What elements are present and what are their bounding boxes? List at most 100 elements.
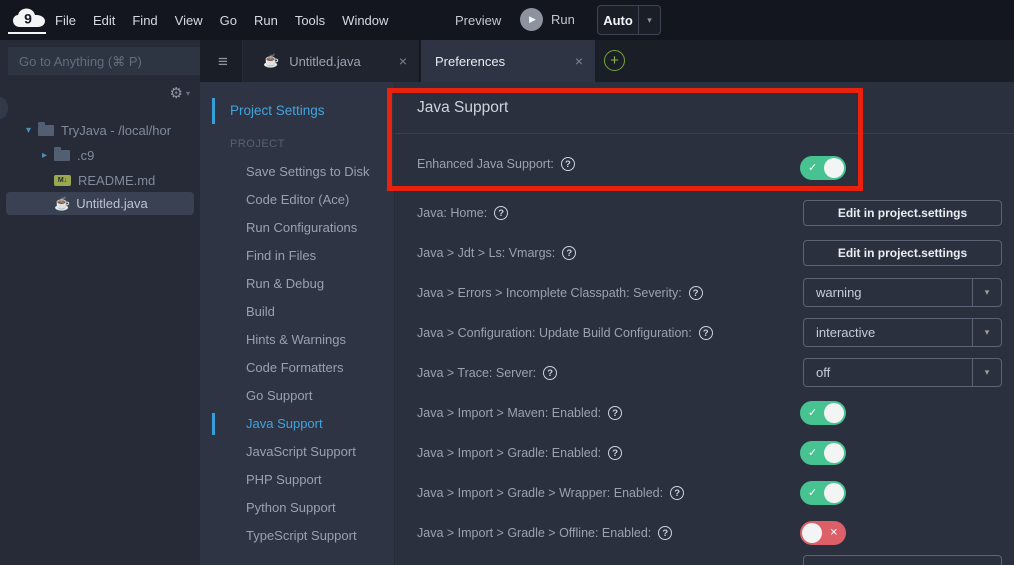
run-mode-dropdown[interactable]: Auto ▾ (597, 5, 661, 35)
goto-anything-input[interactable] (8, 47, 200, 75)
play-icon[interactable]: ▶ (520, 8, 543, 31)
settings-panel: Java Support Enhanced Java Support: ? ✓ … (395, 82, 1014, 565)
update-build-configuration-dropdown[interactable]: interactive ▾ (803, 318, 1002, 347)
sidebar-item-code-formatters[interactable]: Code Formatters (246, 354, 388, 382)
menu-run[interactable]: Run (254, 13, 278, 28)
toggle-knob (824, 403, 844, 423)
sidebar-item-project-settings[interactable]: Project Settings (230, 103, 325, 118)
help-icon[interactable]: ? (543, 366, 557, 380)
trace-server-dropdown[interactable]: off ▾ (803, 358, 1002, 387)
help-icon[interactable]: ? (608, 406, 622, 420)
setting-row-trace-server: Java > Trace: Server: ? off ▾ (395, 353, 1014, 393)
help-icon[interactable]: ? (494, 206, 508, 220)
setting-label: Java > Configuration: Update Build Confi… (417, 313, 713, 353)
menu-find[interactable]: Find (132, 13, 157, 28)
chevron-down-icon[interactable]: ▾ (972, 359, 1001, 386)
check-icon: ✓ (808, 161, 817, 174)
setting-label-text: Java > Trace: Server: (417, 366, 536, 380)
chevron-down-icon[interactable]: ▾ (26, 125, 38, 136)
menu-bar: 9 File Edit Find View Go Run Tools Windo… (0, 0, 1014, 40)
tree-item-readme[interactable]: M↓ README.md (0, 169, 200, 192)
severity-dropdown[interactable]: warning ▾ (803, 278, 1002, 307)
tab-preferences[interactable]: Preferences × (421, 40, 595, 82)
run-button[interactable]: ▶ Run (520, 8, 575, 31)
chevron-down-icon: ▾ (186, 89, 190, 98)
setting-label: Enhanced Java Support: ? (417, 144, 575, 184)
panel-collapse-handle[interactable] (0, 97, 8, 119)
edit-in-project-settings-button[interactable]: Edit in project.settings (803, 200, 1002, 226)
dropdown-value: warning (804, 279, 972, 306)
sidebar-item-php-support[interactable]: PHP Support (246, 466, 388, 494)
menu-go[interactable]: Go (220, 13, 237, 28)
setting-row-gradle-offline-enabled: Java > Import > Gradle > Offline: Enable… (395, 513, 1014, 553)
hamburger-menu-icon[interactable]: ≡ (218, 52, 228, 72)
help-icon[interactable]: ? (561, 157, 575, 171)
menu-tools[interactable]: Tools (295, 13, 325, 28)
chevron-down-icon[interactable]: ▾ (972, 319, 1001, 346)
tree-settings-group[interactable]: ⚙ ▾ (170, 84, 190, 102)
check-icon: ✓ (808, 446, 817, 459)
partially-visible-control[interactable] (803, 555, 1002, 565)
sidebar-item-save-settings[interactable]: Save Settings to Disk (246, 158, 388, 186)
edit-in-project-settings-button[interactable]: Edit in project.settings (803, 240, 1002, 266)
new-tab-button[interactable]: + (604, 50, 625, 71)
setting-label-text: Java > Configuration: Update Build Confi… (417, 326, 692, 340)
sidebar-item-javascript-support[interactable]: JavaScript Support (246, 438, 388, 466)
tree-item-tryjava[interactable]: ▾ TryJava - /local/hor (0, 119, 200, 142)
help-icon[interactable]: ? (670, 486, 684, 500)
setting-label-text: Enhanced Java Support: (417, 157, 554, 171)
cloud9-logo-icon[interactable]: 9 (12, 7, 46, 29)
toggle-import-gradle[interactable]: ✓ (800, 441, 846, 465)
chevron-down-icon[interactable]: ▾ (638, 6, 660, 34)
sidebar-item-java-support[interactable]: Java Support (246, 410, 388, 438)
menu-file[interactable]: File (55, 13, 76, 28)
sidebar-item-find-in-files[interactable]: Find in Files (246, 242, 388, 270)
logo-active-underline (8, 32, 46, 34)
sidebar-item-python-support[interactable]: Python Support (246, 494, 388, 522)
setting-label: Java > Trace: Server: ? (417, 353, 557, 393)
markdown-icon: M↓ (54, 175, 71, 186)
setting-row-gradle-wrapper-enabled: Java > Import > Gradle > Wrapper: Enable… (395, 473, 1014, 513)
sidebar-item-go-support[interactable]: Go Support (246, 382, 388, 410)
setting-label: Java > Import > Maven: Enabled: ? (417, 393, 622, 433)
svg-text:9: 9 (24, 11, 32, 27)
sidebar-item-typescript-support[interactable]: TypeScript Support (246, 522, 388, 550)
tree-item-c9[interactable]: ▸ .c9 (0, 144, 200, 167)
toggle-gradle-wrapper[interactable]: ✓ (800, 481, 846, 505)
help-icon[interactable]: ? (658, 526, 672, 540)
file-tree-panel: ⚙ ▾ ▾ TryJava - /local/hor ▸ .c9 M↓ READ… (0, 40, 200, 565)
chevron-down-icon[interactable]: ▾ (972, 279, 1001, 306)
chevron-right-icon[interactable]: ▸ (42, 150, 54, 161)
setting-label-text: Java > Import > Gradle: Enabled: (417, 446, 601, 460)
sidebar-item-code-editor[interactable]: Code Editor (Ace) (246, 186, 388, 214)
toggle-knob (824, 483, 844, 503)
tree-item-label: README.md (78, 173, 155, 188)
preview-button[interactable]: Preview (455, 13, 501, 28)
toggle-gradle-offline[interactable]: ✕ (800, 521, 846, 545)
toggle-enhanced-java-support[interactable]: ✓ (800, 156, 846, 180)
sidebar-item-run-configurations[interactable]: Run Configurations (246, 214, 388, 242)
tab-untitled-java[interactable]: ☕ Untitled.java × (243, 40, 420, 82)
close-icon[interactable]: × (399, 53, 407, 69)
help-icon[interactable]: ? (562, 246, 576, 260)
help-icon[interactable]: ? (699, 326, 713, 340)
help-icon[interactable]: ? (689, 286, 703, 300)
tree-item-label: Untitled.java (76, 196, 148, 211)
sidebar-item-build[interactable]: Build (246, 298, 388, 326)
cross-icon: ✕ (830, 527, 838, 538)
toggle-import-maven[interactable]: ✓ (800, 401, 846, 425)
check-icon: ✓ (808, 406, 817, 419)
help-icon[interactable]: ? (608, 446, 622, 460)
setting-label: Java > Import > Gradle > Wrapper: Enable… (417, 473, 684, 513)
setting-label: Java > Import > Gradle > Offline: Enable… (417, 513, 672, 553)
close-icon[interactable]: × (575, 53, 583, 69)
tree-item-untitled-java[interactable]: ☕ Untitled.java (6, 192, 194, 215)
setting-label-text: Java > Import > Gradle > Offline: Enable… (417, 526, 651, 540)
preferences-sidebar: Project Settings PROJECT Save Settings t… (200, 82, 395, 565)
sidebar-item-run-debug[interactable]: Run & Debug (246, 270, 388, 298)
menu-view[interactable]: View (175, 13, 203, 28)
sidebar-item-hints-warnings[interactable]: Hints & Warnings (246, 326, 388, 354)
menu-edit[interactable]: Edit (93, 13, 115, 28)
gear-icon[interactable]: ⚙ (170, 84, 183, 102)
menu-window[interactable]: Window (342, 13, 388, 28)
